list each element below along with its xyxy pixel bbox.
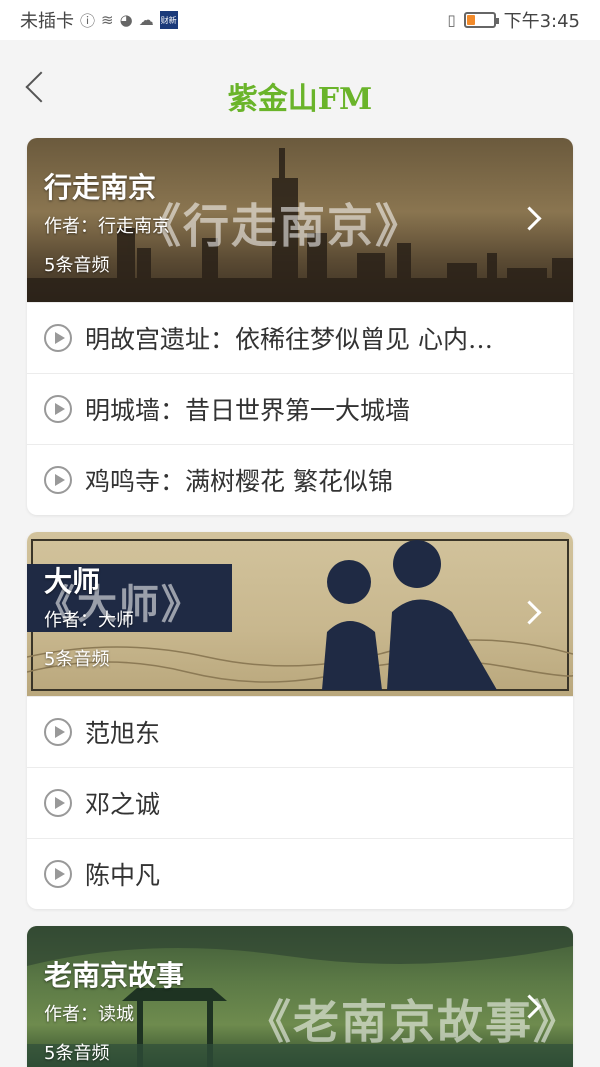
nav-bar: 紫金山FM (0, 40, 600, 136)
status-left: 未插卡 ⓘ ≋ ◕ ☁ 财新 (20, 7, 178, 33)
album-author: 作者：行走南京 (44, 216, 170, 237)
cloud-icon: ☁ (138, 11, 154, 29)
album-title: 老南京故事 (44, 959, 185, 992)
album-author: 作者：大师 (44, 610, 134, 631)
audio-item[interactable]: 明城墙：昔日世界第一大城墙 (27, 373, 573, 444)
chevron-right-icon[interactable] (521, 602, 543, 624)
album-card: 《行走南京》 行走南京 作者：行走南京 5条音频 明故宫遗址：依稀往梦似曾见 心… (27, 138, 573, 515)
album-card: 《老南京故事》 老南京故事 作者：读城 5条音频 (27, 926, 573, 1067)
status-bar: 未插卡 ⓘ ≋ ◕ ☁ 财新 ▯ 下午3:45 (0, 0, 600, 40)
carrier-text: 未插卡 (20, 11, 74, 32)
album-card: 《大师》 大师 作者：大师 5条音频 范旭东 邓之诚 陈中凡 (27, 532, 573, 909)
album-title: 行走南京 (44, 171, 157, 204)
album-count: 5条音频 (44, 255, 110, 276)
album-banner[interactable]: 《行走南京》 行走南京 作者：行走南京 5条音频 (27, 138, 573, 302)
banner-artwork-text: 《行走南京》 (135, 199, 423, 253)
album-count: 5条音频 (44, 1043, 110, 1064)
audio-title: 范旭东 (85, 719, 161, 748)
audio-item[interactable]: 范旭东 (27, 696, 573, 767)
album-banner[interactable]: 《老南京故事》 老南京故事 作者：读城 5条音频 (27, 926, 573, 1067)
album-count: 5条音频 (44, 649, 110, 670)
audio-title: 明城墙：昔日世界第一大城墙 (85, 396, 411, 425)
audio-item[interactable]: 明故宫遗址：依稀往梦似曾见 心内… (27, 302, 573, 373)
audio-title: 明故宫遗址：依稀往梦似曾见 心内… (85, 325, 493, 354)
audio-title: 邓之诚 (85, 790, 161, 819)
wifi-icon: ≋ (101, 11, 114, 29)
battery-icon (463, 12, 499, 28)
clock-text: 下午3:45 (503, 11, 580, 32)
chevron-right-icon[interactable] (521, 208, 543, 230)
status-right: ▯ 下午3:45 (447, 7, 580, 33)
sim-alert-icon: ⓘ (80, 11, 96, 30)
audio-title: 鸡鸣寺：满树樱花 繁花似锦 (85, 467, 393, 496)
page-title: 紫金山FM (227, 82, 373, 117)
album-banner[interactable]: 《大师》 大师 作者：大师 5条音频 (27, 532, 573, 696)
vibrate-icon: ▯ (447, 11, 456, 29)
chevron-right-icon[interactable] (521, 996, 543, 1018)
audio-item[interactable]: 邓之诚 (27, 767, 573, 838)
play-icon[interactable] (44, 718, 72, 746)
play-icon[interactable] (44, 789, 72, 817)
play-icon[interactable] (44, 324, 72, 352)
audio-item[interactable]: 陈中凡 (27, 838, 573, 909)
app-notification-icon: ◕ (119, 11, 133, 29)
album-title: 大师 (44, 565, 101, 598)
play-icon[interactable] (44, 860, 72, 888)
audio-item[interactable]: 鸡鸣寺：满树樱花 繁花似锦 (27, 444, 573, 515)
news-app-icon: 财新 (159, 11, 178, 29)
play-icon[interactable] (44, 395, 72, 423)
play-icon[interactable] (44, 466, 72, 494)
album-author: 作者：读城 (44, 1004, 134, 1025)
audio-title: 陈中凡 (85, 861, 161, 890)
